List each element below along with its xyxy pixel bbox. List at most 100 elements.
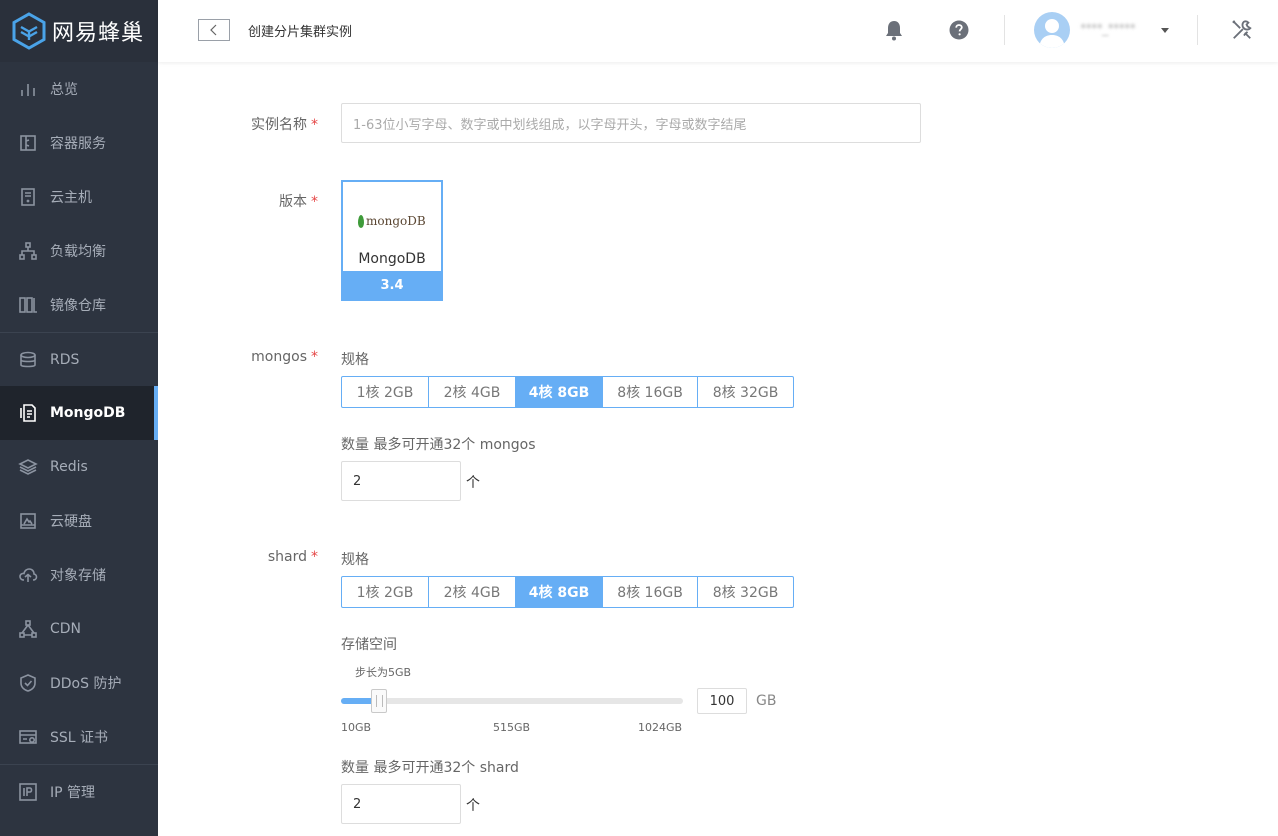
mongos-label: mongos *	[251, 349, 318, 365]
storage-step-hint: 步长为5GB	[355, 666, 412, 679]
shard-spec-option[interactable]: 1核 2GB	[342, 577, 429, 607]
shard-spec-option[interactable]: 2核 4GB	[429, 577, 516, 607]
sidebar-item-image-repo[interactable]: 镜像仓库	[0, 278, 158, 332]
sidebar-item-label: Redis	[50, 459, 88, 475]
shard-spec-selector: 1核 2GB 2核 4GB 4核 8GB 8核 16GB 8核 32GB	[341, 576, 794, 608]
header-divider	[1004, 15, 1005, 45]
sidebar-item-load-balance[interactable]: 负载均衡	[0, 224, 158, 278]
shard-count-input[interactable]: 2	[341, 784, 461, 824]
server-icon	[17, 186, 39, 208]
sidebar-item-label: 云主机	[50, 190, 92, 206]
app-logo[interactable]: 网易蜂巢	[0, 0, 158, 62]
shard-spec-label: 规格	[341, 552, 369, 568]
page-title: 创建分片集群实例	[248, 25, 353, 40]
storage-label: 存储空间	[341, 637, 397, 653]
mongos-spec-label: 规格	[341, 352, 369, 368]
shard-spec-option[interactable]: 8核 32GB	[698, 577, 793, 607]
sidebar-item-label: MongoDB	[50, 405, 126, 421]
bar-chart-icon	[17, 78, 39, 100]
mongos-count-input[interactable]: 2	[341, 461, 461, 501]
sidebar-nav: 总览容器服务云主机负载均衡镜像仓库 RDS MongoDB Redis 云硬盘对象存储 C…	[0, 62, 158, 818]
version-name: MongoDB	[358, 251, 426, 267]
container-icon	[17, 132, 39, 154]
shard-spec-option[interactable]: 4核 8GB	[516, 577, 603, 607]
sidebar-item-label: 容器服务	[50, 136, 106, 152]
instance-name-label: 实例名称 *	[251, 117, 318, 133]
shield-icon	[17, 672, 39, 694]
back-button[interactable]	[198, 19, 230, 41]
cloud-storage-icon	[17, 564, 39, 586]
slider-tick-max: 1024GB	[638, 721, 683, 734]
sidebar-item-database[interactable]: RDS	[0, 332, 158, 386]
sidebar-item-label: IP 管理	[50, 784, 96, 801]
sidebar: 网易蜂巢 总览容器服务云主机负载均衡镜像仓库 RDS MongoDB Redis 云硬盘…	[0, 0, 158, 836]
shard-count-unit: 个	[466, 798, 480, 814]
sidebar-item-shield[interactable]: DDoS 防护	[0, 656, 158, 710]
storage-slider-handle[interactable]	[371, 689, 388, 713]
sidebar-item-container[interactable]: 容器服务	[0, 116, 158, 170]
redis-icon	[17, 456, 39, 478]
sidebar-item-certificate[interactable]: SSL 证书	[0, 710, 158, 764]
chevron-down-icon[interactable]	[1161, 28, 1169, 33]
sidebar-item-label: 总览	[50, 82, 78, 98]
mongos-spec-option[interactable]: 8核 32GB	[698, 377, 793, 407]
mongos-spec-option[interactable]: 4核 8GB	[516, 377, 603, 407]
shard-count-label: 数量 最多可开通32个 shard	[341, 760, 519, 776]
sidebar-item-label: 云硬盘	[50, 514, 92, 530]
shard-spec-option[interactable]: 8核 16GB	[603, 577, 698, 607]
bell-icon	[886, 21, 902, 41]
avatar[interactable]	[1034, 12, 1070, 48]
mongos-count-label: 数量 最多可开通32个 mongos	[341, 437, 536, 453]
sidebar-item-ip[interactable]: IP 管理	[0, 764, 158, 818]
mongodb-icon	[17, 402, 39, 424]
app-name: 网易蜂巢	[52, 21, 145, 46]
mongodb-logo: mongoDB	[358, 214, 426, 228]
mongos-spec-option[interactable]: 8核 16GB	[603, 377, 698, 407]
storage-value-input[interactable]: 100	[697, 688, 747, 714]
version-label: 版本 *	[279, 194, 318, 210]
sidebar-item-cloud-storage[interactable]: 对象存储	[0, 548, 158, 602]
sidebar-item-cdn[interactable]: CDN	[0, 602, 158, 656]
mongos-spec-selector: 1核 2GB 2核 4GB 4核 8GB 8核 16GB 8核 32GB	[341, 376, 794, 408]
load-balance-icon	[17, 240, 39, 262]
user-avatar-icon	[1039, 19, 1065, 48]
certificate-icon	[17, 726, 39, 748]
sidebar-item-redis[interactable]: Redis	[0, 440, 158, 494]
topbar: 创建分片集群实例 ****_*****	[158, 0, 1278, 62]
image-repo-icon	[17, 294, 39, 316]
header-divider	[1197, 15, 1198, 45]
sidebar-item-label: 镜像仓库	[50, 298, 106, 314]
sidebar-item-label: RDS	[50, 351, 80, 368]
sidebar-item-disk[interactable]: 云硬盘	[0, 494, 158, 548]
cdn-icon	[17, 618, 39, 640]
tools-icon	[1232, 20, 1252, 39]
database-icon	[17, 349, 39, 371]
mongos-spec-option[interactable]: 1核 2GB	[342, 377, 429, 407]
slider-tick-min: 10GB	[341, 721, 372, 734]
tools-button[interactable]	[1230, 18, 1254, 42]
sidebar-item-label: 负载均衡	[50, 244, 106, 260]
storage-slider-track[interactable]	[341, 698, 683, 704]
help-button[interactable]	[947, 18, 971, 42]
sidebar-item-label: CDN	[50, 621, 82, 637]
question-icon	[949, 20, 969, 40]
sidebar-item-label: DDoS 防护	[50, 676, 122, 692]
sidebar-item-server[interactable]: 云主机	[0, 170, 158, 224]
username[interactable]: ****_*****	[1080, 22, 1136, 37]
chevron-left-icon	[210, 24, 217, 36]
leaf-icon	[358, 214, 364, 228]
sidebar-item-mongodb[interactable]: MongoDB	[0, 386, 158, 440]
mongos-spec-option[interactable]: 2核 4GB	[429, 377, 516, 407]
version-number: 3.4	[343, 271, 441, 299]
disk-icon	[17, 510, 39, 532]
ip-icon	[17, 781, 39, 803]
instance-name-input[interactable]: 1-63位小写字母、数字或中划线组成，以字母开头，字母或数字结尾	[341, 103, 921, 143]
notification-button[interactable]	[882, 18, 906, 42]
sidebar-item-bar-chart[interactable]: 总览	[0, 62, 158, 116]
shard-label: shard *	[267, 549, 318, 565]
version-card-mongodb[interactable]: mongoDB MongoDB 3.4	[341, 180, 443, 301]
hive-logo-icon	[12, 12, 46, 50]
slider-tick-mid: 515GB	[493, 721, 531, 734]
sidebar-item-label: SSL 证书	[50, 730, 109, 746]
storage-unit: GB	[756, 693, 777, 709]
